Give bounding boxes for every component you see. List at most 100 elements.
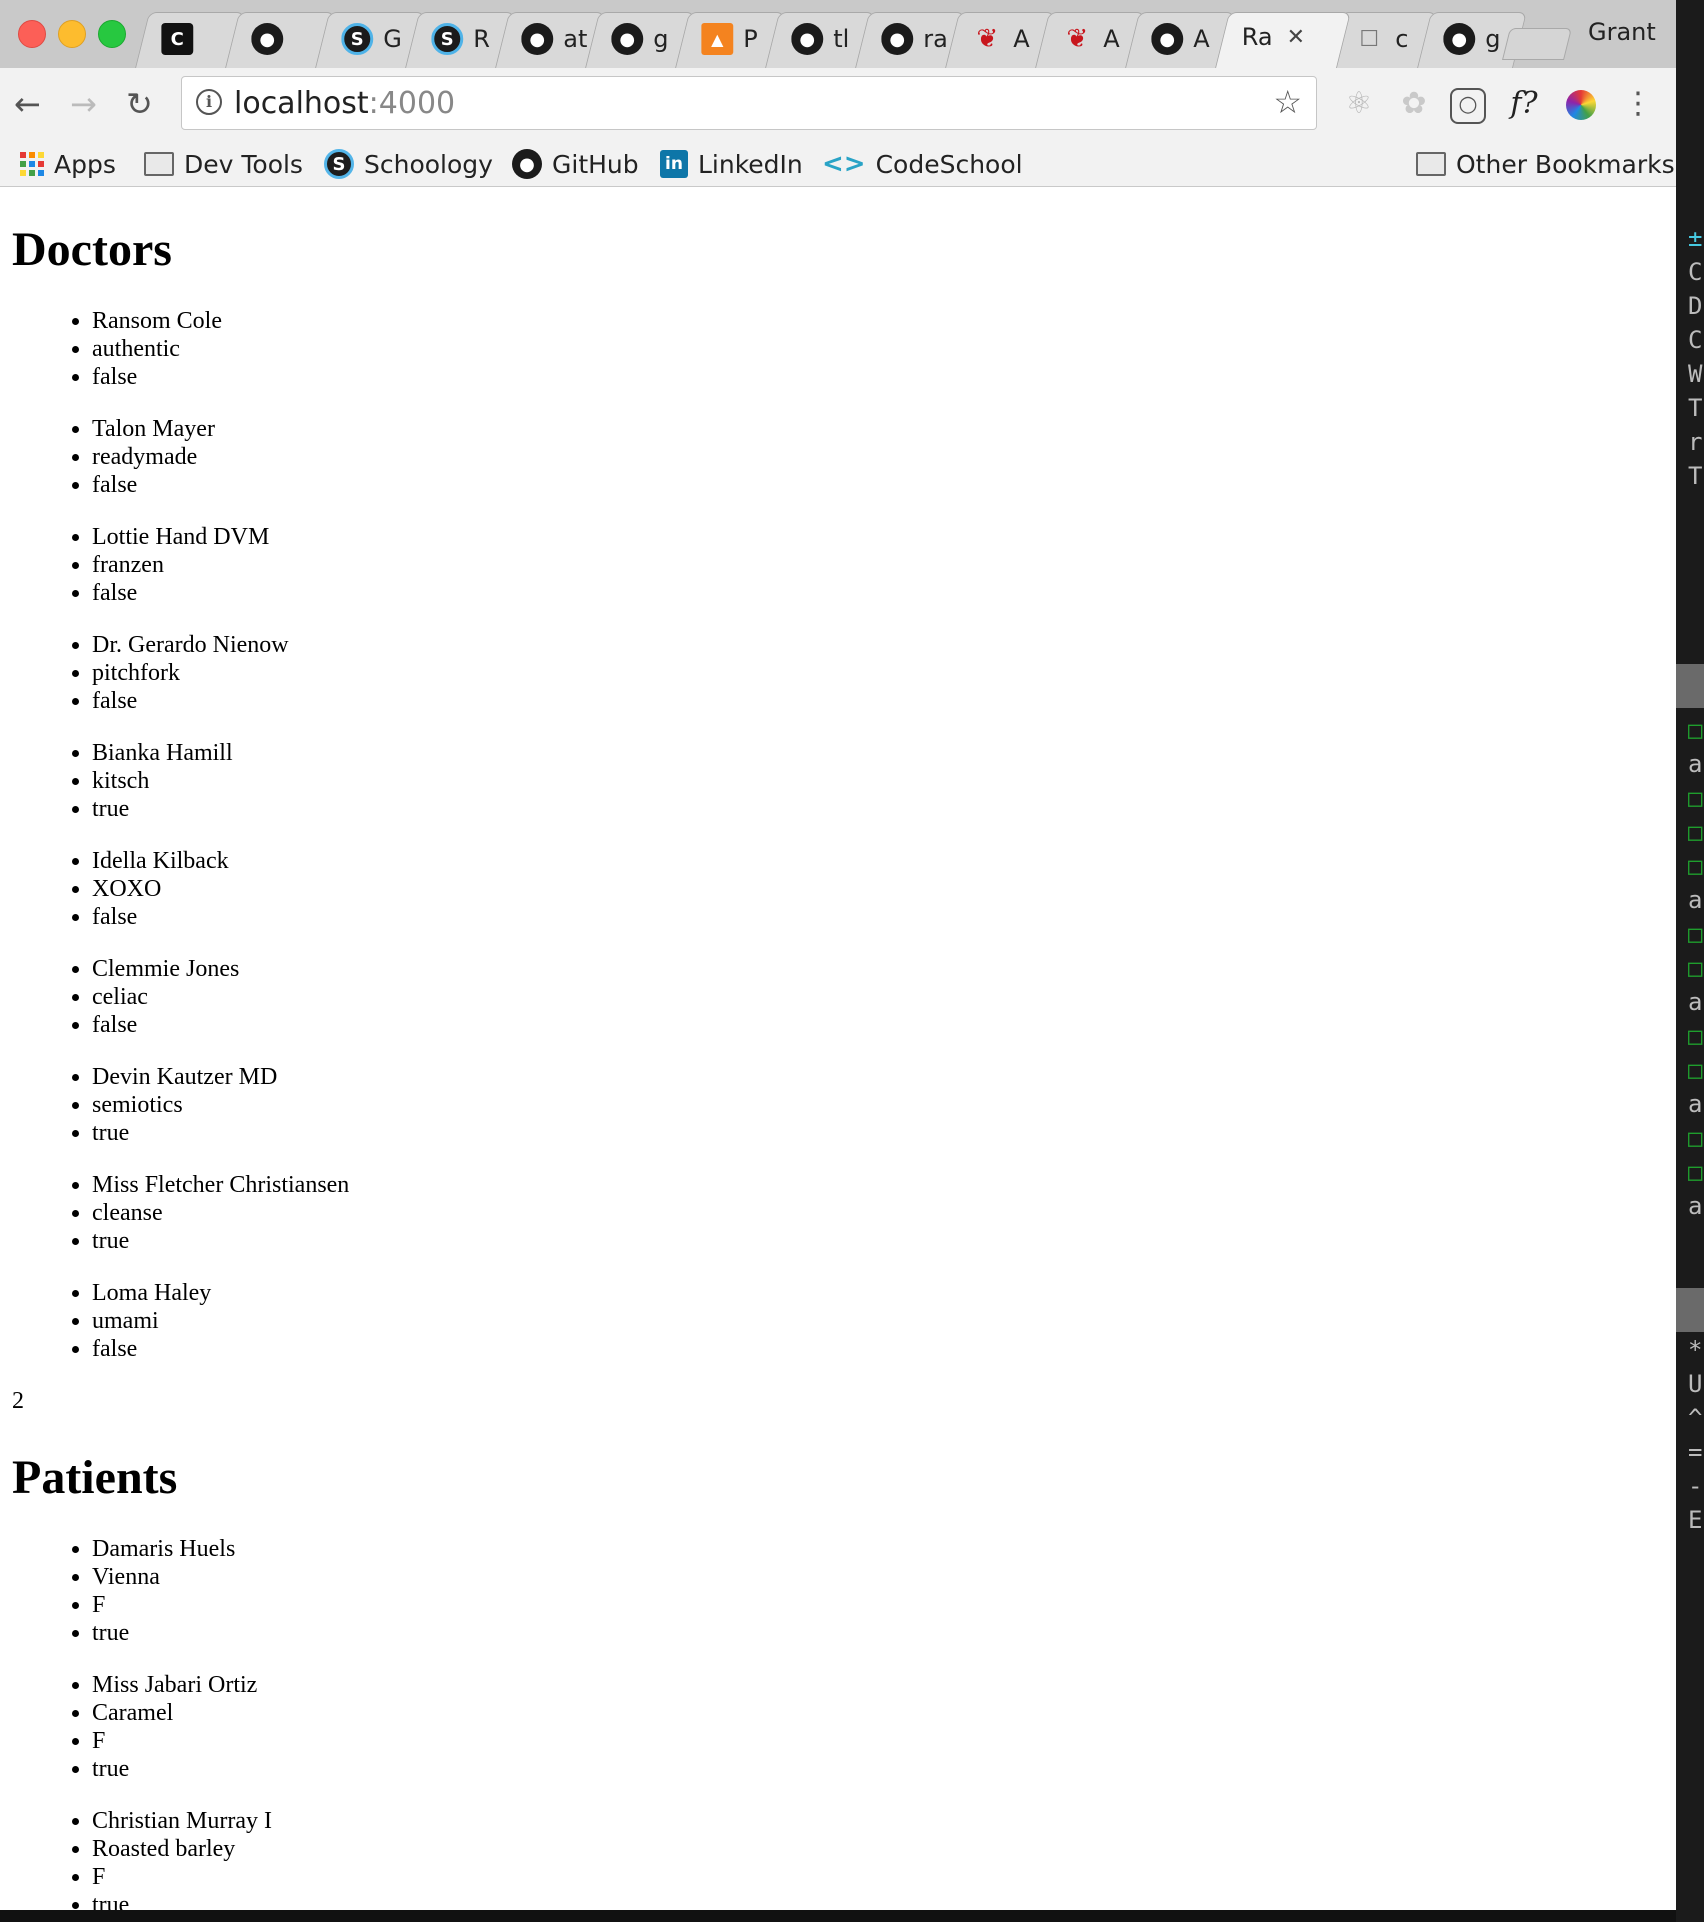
bookmark-other[interactable]: Other Bookmarks — [1416, 142, 1675, 186]
terminal-line: T — [1688, 462, 1703, 490]
color-picker-icon[interactable] — [1566, 90, 1596, 120]
tab-title: g — [1485, 25, 1501, 53]
list-item: readymade — [92, 443, 215, 471]
terminal-line: a — [1688, 988, 1703, 1016]
tab-title: A — [1013, 25, 1030, 53]
list-item: false — [92, 471, 215, 499]
bookmark-github-label: GitHub — [552, 149, 639, 179]
reload-icon[interactable]: ↻ — [126, 84, 153, 124]
list-item: false — [92, 1011, 239, 1039]
tab-close-icon[interactable]: ✕ — [1287, 25, 1305, 50]
chrome-menu-icon[interactable]: ⋮ — [1618, 84, 1658, 124]
github-icon: ● — [611, 23, 644, 55]
bookmark-star-icon[interactable]: ☆ — [1273, 83, 1302, 121]
list-item: Clemmie Jones — [92, 955, 239, 983]
bookmark-dev-tools[interactable]: Dev Tools — [144, 142, 303, 186]
apps-grid-icon — [20, 152, 44, 176]
doctor-record: Ransom Coleauthenticfalse — [0, 307, 222, 391]
terminal-line: * — [1688, 1336, 1703, 1364]
rails-icon: ❦ — [1066, 24, 1089, 54]
c-logo-icon: C — [161, 23, 194, 55]
tab-title: A — [1103, 25, 1120, 53]
tab-title: G — [383, 25, 402, 53]
terminal-line: = — [1688, 1438, 1703, 1466]
list-item: Miss Jabari Ortiz — [92, 1671, 257, 1699]
terminal-line: □ — [1688, 852, 1703, 880]
bookmark-linkedin[interactable]: in LinkedIn — [660, 142, 803, 186]
list-item: semiotics — [92, 1091, 277, 1119]
site-info-icon[interactable]: i — [196, 89, 222, 115]
window-minimize-button[interactable] — [58, 20, 86, 48]
window-maximize-button[interactable] — [98, 20, 126, 48]
terminal-line: □ — [1688, 784, 1703, 812]
bookmark-schoology-label: Schoology — [364, 149, 493, 179]
list-item: Christian Murray I — [92, 1807, 272, 1835]
tab-title: P — [743, 25, 758, 53]
new-tab-button[interactable] — [1502, 28, 1572, 60]
terminal-line: r — [1688, 428, 1703, 456]
tab-strip: C ● S G S R ● at ● g ▲ P ● tl ● ra ❦ A ❦ A ● A Ra ✕ ☐ c ● g Grant — [0, 0, 1676, 69]
terminal-line: a — [1688, 750, 1703, 778]
list-item: Bianka Hamill — [92, 739, 233, 767]
desktop-edge — [0, 1910, 1676, 1922]
list-item: Idella Kilback — [92, 847, 229, 875]
doctor-record: Miss Fletcher Christiansencleansetrue — [0, 1171, 349, 1255]
page-content: Doctors Ransom ColeauthenticfalseTalon M… — [0, 187, 1676, 1910]
list-item: umami — [92, 1307, 211, 1335]
patients-heading: Patients — [12, 1451, 178, 1504]
tab-content: ❦ A — [971, 23, 1041, 55]
list-item: true — [92, 1755, 257, 1783]
list-item: Talon Mayer — [92, 415, 215, 443]
bookmark-other-label: Other Bookmarks — [1456, 149, 1675, 179]
terminal-line: a — [1688, 1090, 1703, 1118]
tab-title: ra — [923, 25, 948, 53]
folder-icon — [144, 152, 174, 176]
react-devtools-icon[interactable]: ⚛ — [1339, 84, 1379, 124]
rails-icon: ❦ — [976, 24, 999, 54]
tab-content: ● at — [521, 23, 591, 55]
list-item: Lottie Hand DVM — [92, 523, 269, 551]
bookmark-apps[interactable]: Apps — [20, 142, 116, 186]
terminal-line: D — [1688, 292, 1703, 320]
list-item: false — [92, 1335, 211, 1363]
list-item: kitsch — [92, 767, 233, 795]
url-host: localhost — [234, 86, 369, 121]
terminal-line: C — [1688, 258, 1703, 286]
doctor-record: Bianka Hamillkitschtrue — [0, 739, 233, 823]
extension-swirl-icon[interactable]: ✿ — [1394, 84, 1434, 124]
tab-content: ● ra — [881, 23, 951, 55]
terminal-line: □ — [1688, 1022, 1703, 1050]
bookmarks-bar: Apps Dev Tools S Schoology ● GitHub in L… — [0, 142, 1676, 187]
list-item: Roasted barley — [92, 1835, 272, 1863]
list-item: Vienna — [92, 1563, 235, 1591]
list-item: false — [92, 687, 289, 715]
profile-name[interactable]: Grant — [1588, 18, 1656, 46]
bookmark-schoology[interactable]: S Schoology — [324, 142, 493, 186]
list-item: F — [92, 1863, 272, 1891]
tab-title: at — [563, 25, 588, 53]
list-item: true — [92, 1891, 272, 1910]
bookmark-codeschool[interactable]: <> CodeSchool — [822, 142, 1023, 186]
list-item: Caramel — [92, 1699, 257, 1727]
tab-content: ▲ P — [701, 23, 771, 55]
patient-record: Miss Jabari OrtizCaramelFtrue — [0, 1671, 257, 1783]
back-arrow-icon[interactable]: ← — [14, 84, 41, 124]
list-item: true — [92, 795, 233, 823]
forward-arrow-icon[interactable]: → — [70, 84, 97, 124]
bookmark-dev-tools-label: Dev Tools — [184, 149, 303, 179]
list-item: F — [92, 1727, 257, 1755]
doctor-record: Clemmie Jonesceliacfalse — [0, 955, 239, 1039]
tab-content: ● g — [1443, 23, 1513, 55]
browser-window: C ● S G S R ● at ● g ▲ P ● tl ● ra ❦ A ❦ A ● A Ra ✕ ☐ c ● g Grant ←… — [0, 0, 1676, 1910]
bookmark-github[interactable]: ● GitHub — [512, 142, 639, 186]
lightbulb-extension-icon[interactable]: ○ — [1450, 88, 1486, 124]
window-close-button[interactable] — [18, 20, 46, 48]
list-item: franzen — [92, 551, 269, 579]
terminal-window-edge: ± C D C W Tr T □ a □ □ □ a □ □ a □ □ a □ □ a * U ^ = - E — [1676, 0, 1704, 1922]
function-extension-icon[interactable]: f? — [1504, 84, 1544, 124]
terminal-line: □ — [1688, 920, 1703, 948]
patient-record: Damaris HuelsViennaFtrue — [0, 1535, 235, 1647]
browser-tab[interactable]: Ra ✕ — [1215, 12, 1351, 68]
address-bar[interactable]: i localhost:4000 ☆ — [181, 76, 1317, 130]
url-text[interactable]: localhost:4000 — [234, 86, 455, 121]
